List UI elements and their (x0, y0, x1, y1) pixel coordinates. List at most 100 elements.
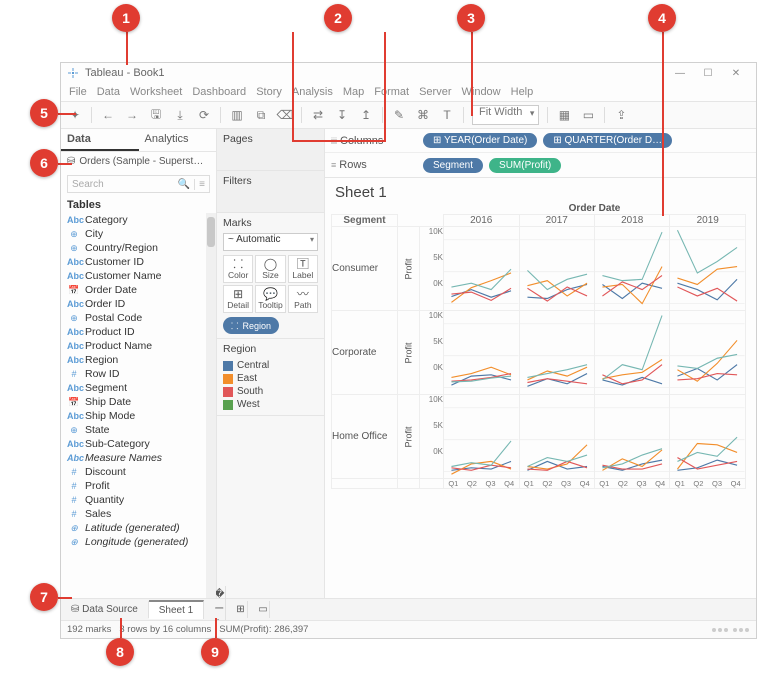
tableau-icon[interactable]: ✦ (67, 107, 83, 123)
undo-icon[interactable]: ← (100, 107, 116, 123)
field-customer-id[interactable]: AbcCustomer ID (61, 255, 206, 269)
field-row-id[interactable]: #Row ID (61, 367, 206, 381)
pages-shelf[interactable]: Pages (217, 129, 324, 171)
field-segment[interactable]: AbcSegment (61, 381, 206, 395)
show-me-icon[interactable]: ▦ (556, 107, 572, 123)
field-region[interactable]: AbcRegion (61, 353, 206, 367)
share-icon[interactable]: ⇪ (613, 107, 629, 123)
duplicate-icon[interactable]: ⧉ (253, 107, 269, 123)
fields-scrollbar[interactable] (206, 213, 216, 598)
field-order-date[interactable]: 📅Order Date (61, 283, 206, 297)
menu-window[interactable]: Window (462, 86, 501, 98)
menu-worksheet[interactable]: Worksheet (130, 86, 182, 98)
rows-shelf-label: ≡Rows (325, 159, 419, 171)
field-measure-names[interactable]: AbcMeasure Names (61, 451, 206, 465)
minimize-button[interactable]: — (666, 68, 694, 79)
field-ship-mode[interactable]: AbcShip Mode (61, 409, 206, 423)
field-state[interactable]: ⊕State (61, 423, 206, 437)
legend-item-south[interactable]: South (223, 385, 318, 398)
marks-tooltip-button[interactable]: 💬Tooltip (255, 285, 285, 313)
datasource-name[interactable]: ⛁ Orders (Sample - Superst… (61, 152, 216, 171)
maximize-button[interactable]: ☐ (694, 68, 722, 79)
search-input[interactable]: Search 🔍 ≡ (67, 175, 210, 193)
close-button[interactable]: ✕ (722, 68, 750, 79)
tab-data[interactable]: Data (61, 129, 139, 151)
menu-format[interactable]: Format (374, 86, 409, 98)
fit-selector[interactable]: Fit Width (472, 105, 539, 125)
status-layout-icons[interactable] (711, 624, 750, 635)
menu-server[interactable]: Server (419, 86, 451, 98)
marks-pill-region[interactable]: ⸬Region (223, 317, 279, 334)
field-postal-code[interactable]: ⊕Postal Code (61, 311, 206, 325)
menubar: File Data Worksheet Dashboard Story Anal… (61, 83, 756, 101)
legend-item-east[interactable]: East (223, 372, 318, 385)
sheet-title[interactable]: Sheet 1 (325, 178, 756, 203)
marks-label-button[interactable]: 🅃Label (288, 255, 318, 283)
tab-data-source[interactable]: ⛁ Data Source (61, 601, 149, 618)
tab-analytics[interactable]: Analytics (139, 129, 217, 151)
field-ship-date[interactable]: 📅Ship Date (61, 395, 206, 409)
field-quantity[interactable]: #Quantity (61, 493, 206, 507)
show-labels-icon[interactable]: T (439, 107, 455, 123)
group-icon[interactable]: ⌘ (415, 107, 431, 123)
field-latitude-generated-[interactable]: ⊕Latitude (generated) (61, 521, 206, 535)
highlight-icon[interactable]: ✎ (391, 107, 407, 123)
sort-desc-icon[interactable]: ↥ (358, 107, 374, 123)
menu-help[interactable]: Help (511, 86, 534, 98)
field-order-id[interactable]: AbcOrder ID (61, 297, 206, 311)
field-customer-name[interactable]: AbcCustomer Name (61, 269, 206, 283)
new-datasource-icon[interactable]: ⤓ (172, 107, 188, 123)
filters-shelf[interactable]: Filters (217, 171, 324, 213)
legend-item-west[interactable]: West (223, 398, 318, 411)
field-sub-category[interactable]: AbcSub-Category (61, 437, 206, 451)
field-longitude-generated-[interactable]: ⊕Longitude (generated) (61, 535, 206, 549)
pill-sum-profit[interactable]: SUM(Profit) (489, 158, 561, 173)
tableau-logo-icon (67, 67, 79, 79)
field-profit[interactable]: #Profit (61, 479, 206, 493)
field-discount[interactable]: #Discount (61, 465, 206, 479)
save-icon[interactable]: 🖫 (148, 107, 164, 123)
sheet-tabs: ⛁ Data Source Sheet 1 �ート ⊞ ▭ (61, 598, 756, 620)
field-product-id[interactable]: AbcProduct ID (61, 325, 206, 339)
new-story-button[interactable]: ▭ (248, 601, 270, 618)
callout-9: 9 (201, 638, 229, 666)
menu-story[interactable]: Story (256, 86, 282, 98)
field-city[interactable]: ⊕City (61, 227, 206, 241)
callout-5: 5 (30, 99, 58, 127)
menu-file[interactable]: File (69, 86, 87, 98)
pill-quarter-orderdate[interactable]: ⊞ QUARTER(Order D… (543, 133, 672, 148)
field-country-region[interactable]: ⊕Country/Region (61, 241, 206, 255)
presentation-icon[interactable]: ▭ (580, 107, 596, 123)
viz-area: iiiColumns ⊞ YEAR(Order Date) ⊞ QUARTER(… (325, 129, 756, 598)
sort-asc-icon[interactable]: ↧ (334, 107, 350, 123)
tab-sheet1[interactable]: Sheet 1 (149, 600, 204, 619)
pill-segment[interactable]: Segment (423, 158, 483, 173)
refresh-icon[interactable]: ⟳ (196, 107, 212, 123)
clear-icon[interactable]: ⌫ (277, 107, 293, 123)
marks-detail-button[interactable]: ⊞Detail (223, 285, 253, 313)
menu-map[interactable]: Map (343, 86, 364, 98)
toolbar: ✦ ← → 🖫 ⤓ ⟳ ▥ ⧉ ⌫ ⇄ ↧ ↥ ✎ ⌘ T Fit Width … (61, 101, 756, 129)
title-doc: Book1 (133, 67, 164, 79)
redo-icon[interactable]: → (124, 107, 140, 123)
marks-color-button[interactable]: ⸬Color (223, 255, 253, 283)
field-sales[interactable]: #Sales (61, 507, 206, 521)
swap-icon[interactable]: ⇄ (310, 107, 326, 123)
field-category[interactable]: AbcCategory (61, 213, 206, 227)
legend-item-central[interactable]: Central (223, 359, 318, 372)
field-product-name[interactable]: AbcProduct Name (61, 339, 206, 353)
filter-fields-icon[interactable]: ≡ (194, 179, 205, 190)
marks-path-button[interactable]: 〰Path (288, 285, 318, 313)
marks-size-button[interactable]: ◯Size (255, 255, 285, 283)
new-worksheet-icon[interactable]: ▥ (229, 107, 245, 123)
menu-analysis[interactable]: Analysis (292, 86, 333, 98)
callout-6: 6 (30, 149, 58, 177)
callout-8: 8 (106, 638, 134, 666)
pill-year-orderdate[interactable]: ⊞ YEAR(Order Date) (423, 133, 537, 148)
mark-type-select[interactable]: ~ Automatic (223, 233, 318, 251)
menu-data[interactable]: Data (97, 86, 120, 98)
new-dashboard-button[interactable]: ⊞ (226, 601, 248, 618)
menu-dashboard[interactable]: Dashboard (192, 86, 246, 98)
trellis-chart[interactable]: Order DateSegment2016201720182019Consume… (325, 203, 756, 598)
titlebar: Tableau - Book1 — ☐ ✕ (61, 63, 756, 83)
